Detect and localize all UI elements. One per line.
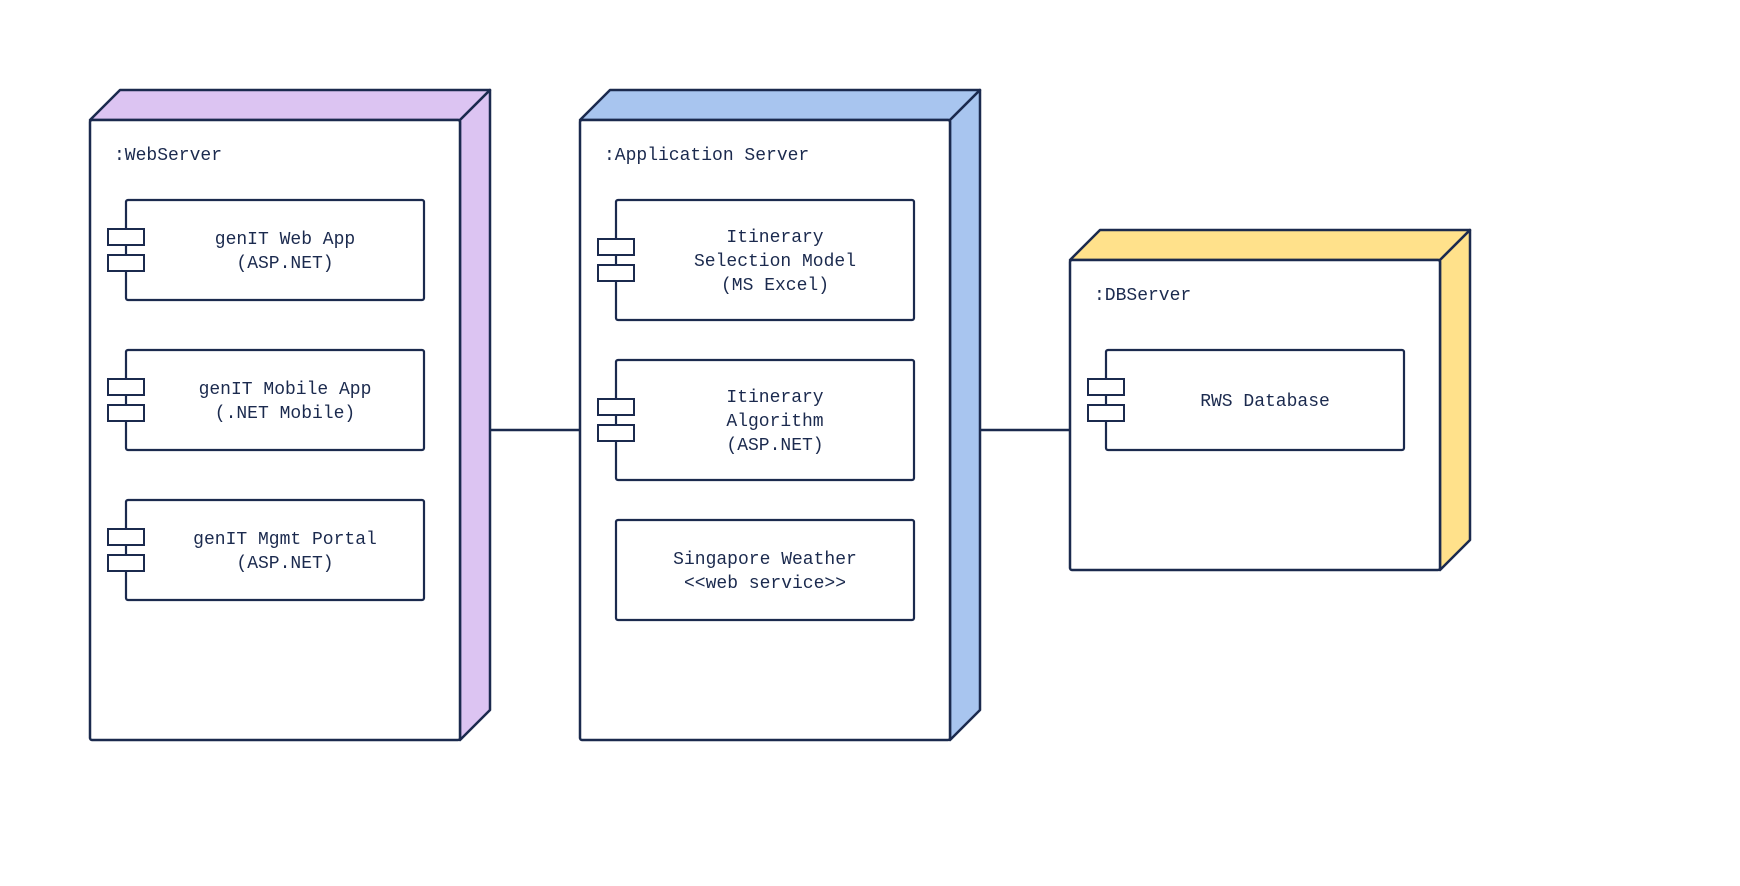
component-icon xyxy=(108,229,144,245)
component-icon xyxy=(108,529,144,545)
component-icon xyxy=(1088,405,1124,421)
component-icon xyxy=(108,405,144,421)
component-name: RWS Database xyxy=(1200,392,1330,412)
component-icon xyxy=(108,255,144,271)
component-icon xyxy=(598,239,634,255)
component-tech: <<web service>> xyxy=(684,574,846,594)
component-icon xyxy=(598,399,634,415)
node-title-webserver: :WebServer xyxy=(114,146,222,166)
component-icon xyxy=(598,425,634,441)
component-name: Itinerary xyxy=(726,228,823,248)
component-tech: (MS Excel) xyxy=(721,276,829,296)
component-name: Itinerary xyxy=(726,388,823,408)
component-tech: (.NET Mobile) xyxy=(215,404,355,424)
component-name: genIT Mgmt Portal xyxy=(193,530,377,550)
component-tech: (ASP.NET) xyxy=(236,254,333,274)
component-tech: (ASP.NET) xyxy=(236,554,333,574)
component-box xyxy=(108,200,424,300)
node-title-appserver: :Application Server xyxy=(604,146,809,166)
component-icon xyxy=(108,379,144,395)
component-box xyxy=(108,500,424,600)
component-name: genIT Web App xyxy=(215,230,355,250)
component-tech: (ASP.NET) xyxy=(726,436,823,456)
component-icon xyxy=(108,555,144,571)
component-icon xyxy=(598,265,634,281)
component-name: Singapore Weather xyxy=(673,550,857,570)
component-name2: Selection Model xyxy=(694,252,856,272)
component-box xyxy=(616,520,914,620)
component-name2: Algorithm xyxy=(726,412,823,432)
component-icon xyxy=(1088,379,1124,395)
component-name: genIT Mobile App xyxy=(199,380,372,400)
component-box xyxy=(108,350,424,450)
node-title-dbserver: :DBServer xyxy=(1094,286,1191,306)
